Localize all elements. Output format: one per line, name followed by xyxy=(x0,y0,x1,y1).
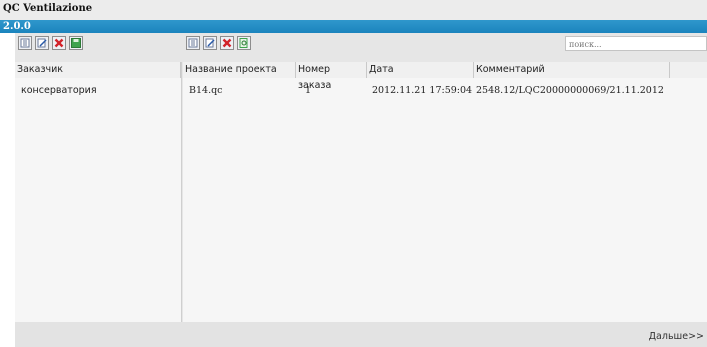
edit-icon xyxy=(205,38,215,48)
customer-edit-button[interactable] xyxy=(35,36,49,50)
status-bar: Дальше>> xyxy=(15,322,707,347)
customer-row[interactable]: консерватория xyxy=(21,85,97,96)
date-cell[interactable]: 2012.11.21 17:59:04 xyxy=(372,85,472,96)
next-page-link[interactable]: Дальше>> xyxy=(649,331,704,342)
list-icon xyxy=(188,38,198,48)
title-bar: QC Ventilazione xyxy=(0,0,707,20)
customer-list-panel: Заказчик консерватория xyxy=(15,62,182,322)
customer-toolbar xyxy=(18,36,83,53)
project-table-panel: Название проекта Номер заказа Дата Комме… xyxy=(183,62,707,322)
column-header-filler xyxy=(670,62,707,78)
version-label: 2.0.0 xyxy=(3,21,31,32)
customer-list-button[interactable] xyxy=(18,36,32,50)
project-edit-button[interactable] xyxy=(203,36,217,50)
customer-delete-button[interactable] xyxy=(52,36,66,50)
project-name-cell[interactable]: B14.qc xyxy=(189,85,223,96)
app-title: QC Ventilazione xyxy=(3,3,93,14)
search-doc-icon xyxy=(239,38,248,48)
edit-icon xyxy=(37,38,47,48)
column-header-order-number[interactable]: Номер заказа xyxy=(296,62,367,91)
project-delete-button[interactable] xyxy=(220,36,234,50)
order-number-cell[interactable]: 1 xyxy=(305,85,311,96)
list-icon xyxy=(20,38,30,48)
delete-icon xyxy=(54,38,64,48)
project-list-button[interactable] xyxy=(186,36,200,50)
column-header-date[interactable]: Дата xyxy=(367,62,474,78)
column-header-comment[interactable]: Комментарий xyxy=(474,62,670,78)
project-toolbar xyxy=(186,36,251,53)
delete-icon xyxy=(222,38,232,48)
save-icon xyxy=(71,38,81,48)
project-open-button[interactable] xyxy=(237,36,251,50)
version-bar: 2.0.0 xyxy=(0,20,707,33)
column-header-customer[interactable]: Заказчик xyxy=(15,62,181,78)
customer-save-button[interactable] xyxy=(69,36,83,50)
column-header-project-name[interactable]: Название проекта xyxy=(183,62,296,78)
search-input[interactable] xyxy=(565,36,707,51)
comment-cell[interactable]: 2548.12/LQC20000000069/21.11.2012 xyxy=(476,85,664,96)
